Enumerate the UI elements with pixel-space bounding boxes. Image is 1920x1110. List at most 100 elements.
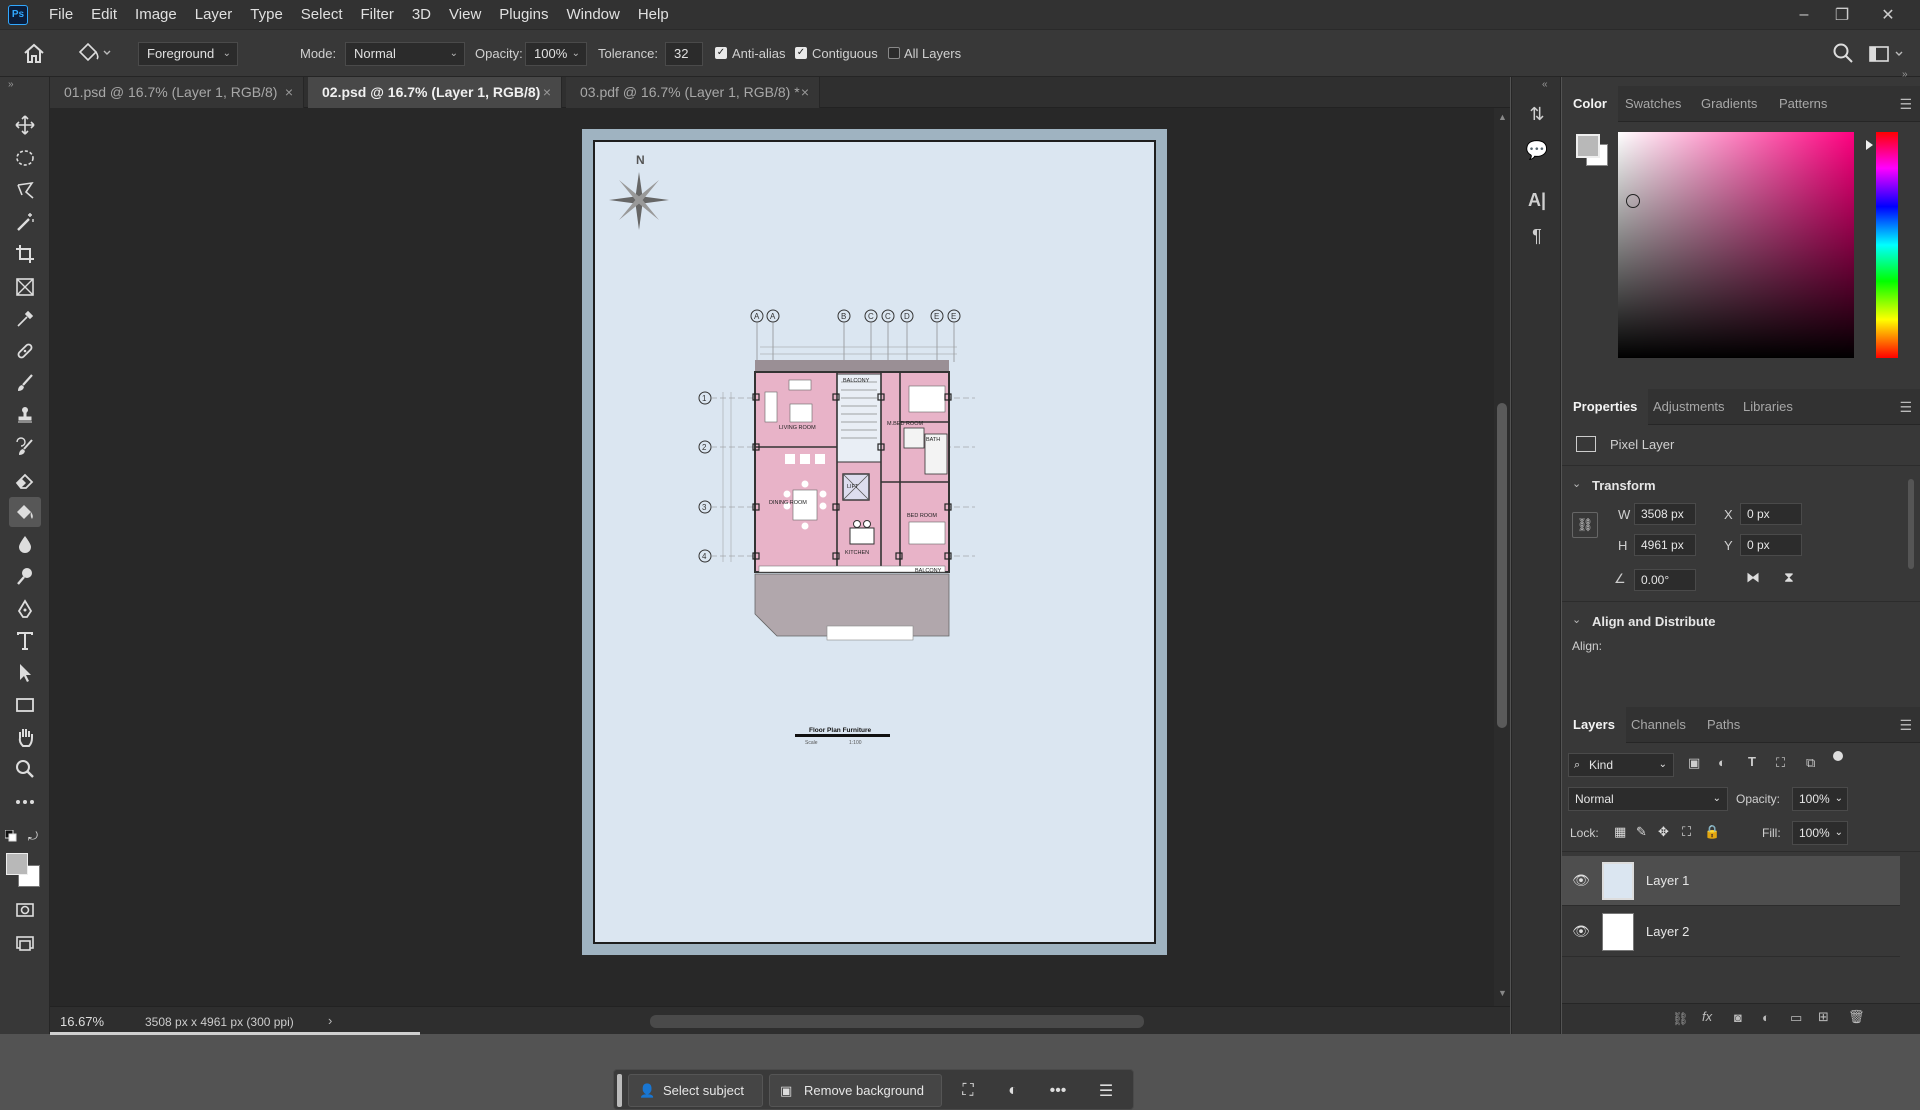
mode-dropdown[interactable]: Normal ⌄ [345,42,465,66]
history-panel-icon[interactable]: ⇅ [1524,101,1550,127]
fg-bg-color-chip[interactable] [1576,134,1610,168]
tab-properties[interactable]: Properties [1562,389,1649,425]
tab-layers[interactable]: Layers [1562,707,1626,743]
collapse-icon[interactable]: « [1542,79,1548,90]
drag-handle[interactable] [617,1074,622,1107]
blend-mode-dropdown[interactable]: Normal ⌄ [1568,787,1728,811]
settings-sliders-icon[interactable]: ☰ [1092,1077,1120,1105]
width-input[interactable]: 3508 px [1634,503,1696,525]
menu-plugins[interactable]: Plugins [490,0,557,29]
height-input[interactable]: 4961 px [1634,534,1696,556]
menu-edit[interactable]: Edit [82,0,126,29]
adjustment-circle-icon[interactable]: ◐ [999,1077,1027,1105]
y-input[interactable]: 0 px [1740,534,1802,556]
hue-slider[interactable] [1876,132,1898,358]
eraser-tool-icon[interactable] [9,465,41,495]
link-dimensions-icon[interactable]: ⛓ [1572,512,1598,538]
tab-02-psd[interactable]: 02.psd @ 16.7% (Layer 1, RGB/8) × [308,77,562,108]
path-selection-icon[interactable] [9,658,41,688]
eyedropper-icon[interactable] [9,304,41,334]
panel-menu-icon[interactable]: ☰ [1899,399,1912,416]
menu-3d[interactable]: 3D [403,0,440,29]
layer-style-icon[interactable]: fx [1702,1009,1712,1024]
zoom-tool-icon[interactable] [9,754,41,784]
saturation-value-picker[interactable] [1618,132,1854,358]
menu-window[interactable]: Window [557,0,628,29]
x-input[interactable]: 0 px [1740,503,1802,525]
lock-artboard-icon[interactable]: ⛶ [1682,824,1691,840]
elliptical-marquee-icon[interactable] [9,143,41,173]
type-tool-icon[interactable] [9,626,41,656]
brush-tool-icon[interactable] [9,368,41,398]
tab-swatches[interactable]: Swatches [1614,86,1692,122]
frame-tool-icon[interactable] [9,272,41,302]
workspace-icon[interactable] [1868,43,1908,65]
tab-03-pdf[interactable]: 03.pdf @ 16.7% (Layer 1, RGB/8) * × [566,77,820,108]
pen-tool-icon[interactable] [9,594,41,624]
adjustment-layer-icon[interactable]: ◐ [1762,1010,1770,1025]
status-menu-arrow[interactable]: › [328,1013,332,1028]
tolerance-input[interactable]: 32 [665,42,703,66]
close-tab-icon[interactable]: × [543,77,551,108]
new-group-icon[interactable]: ▭ [1790,1010,1802,1026]
fill-input[interactable]: 100% ⌄ [1792,821,1848,845]
menu-type[interactable]: Type [241,0,292,29]
vertical-scroll-thumb[interactable] [1497,403,1507,728]
home-icon[interactable] [22,42,48,66]
properties-scrollbar[interactable] [1908,479,1914,569]
paint-bucket-preset-icon[interactable] [74,40,116,68]
layer-name[interactable]: Layer 1 [1646,873,1689,888]
lock-transparent-icon[interactable]: ▦ [1614,824,1626,840]
tab-channels[interactable]: Channels [1620,707,1697,743]
layer-row-layer-1[interactable]: 👁 Layer 1 [1562,856,1900,906]
flip-horizontal-icon[interactable]: ⧓ [1746,569,1760,586]
contiguous-checkbox[interactable]: ✓ [795,47,807,59]
canvas-area[interactable]: N A A B C C D E E 1 2 3 4 BALCONY LIVING… [50,108,1494,1110]
default-colors-icon[interactable] [4,829,17,842]
horizontal-scroll-thumb[interactable] [650,1015,1144,1028]
menu-view[interactable]: View [440,0,490,29]
tab-adjustments[interactable]: Adjustments [1642,389,1736,425]
menu-filter[interactable]: Filter [352,0,403,29]
comments-panel-icon[interactable]: 💬 [1524,137,1550,163]
anti-alias-checkbox[interactable]: ✓ [715,47,727,59]
add-mask-icon[interactable]: ◙ [1734,1010,1742,1025]
close-tab-icon[interactable]: × [801,77,809,108]
zoom-level[interactable]: 16.67% [60,1014,104,1029]
swap-colors-icon[interactable]: ⤾ [28,829,38,844]
chevron-down-icon[interactable]: ⌄ [1572,613,1581,626]
foreground-color-swatch-front[interactable] [6,853,28,875]
clone-stamp-icon[interactable] [9,400,41,430]
delete-layer-icon[interactable]: 🗑 [1848,1009,1865,1025]
visibility-eye-icon[interactable]: 👁 [1572,872,1590,890]
lock-all-icon[interactable]: 🔒 [1704,824,1720,840]
restore-icon[interactable]: ❐ [1826,0,1858,29]
close-tab-icon[interactable]: × [285,77,293,108]
select-subject-button[interactable]: 👤 Select subject [628,1074,763,1107]
layer-opacity-input[interactable]: 100% ⌄ [1792,787,1848,811]
menu-help[interactable]: Help [629,0,678,29]
flip-vertical-icon[interactable]: ⧗ [1784,569,1794,586]
expand-icon[interactable]: » [1902,69,1908,80]
quick-mask-icon[interactable] [9,895,41,925]
tab-01-psd[interactable]: 01.psd @ 16.7% (Layer 1, RGB/8) × [50,77,304,108]
menu-layer[interactable]: Layer [186,0,242,29]
tab-color[interactable]: Color [1562,86,1618,122]
layer-row-layer-2[interactable]: 👁 Layer 2 [1562,907,1900,957]
lasso-tool-icon[interactable] [9,175,41,205]
more-options-icon[interactable]: ••• [1044,1077,1072,1105]
fill-source-dropdown[interactable]: Foreground ⌄ [138,42,238,66]
character-panel-icon[interactable]: A| [1524,187,1550,213]
minimize-icon[interactable]: – [1788,0,1820,29]
panel-menu-icon[interactable]: ☰ [1899,96,1912,113]
hand-tool-icon[interactable] [9,722,41,752]
hue-slider-handle[interactable] [1866,140,1873,150]
menu-file[interactable]: File [40,0,82,29]
lock-paint-icon[interactable]: ✎ [1636,824,1647,840]
blur-tool-icon[interactable] [9,529,41,559]
vertical-scrollbar[interactable]: ▲ ▼ [1494,108,1510,1006]
lock-position-icon[interactable]: ✥ [1658,824,1669,840]
transform-selection-icon[interactable]: ⛶ [954,1077,982,1105]
menu-image[interactable]: Image [126,0,186,29]
remove-background-button[interactable]: ▣ Remove background [769,1074,942,1107]
